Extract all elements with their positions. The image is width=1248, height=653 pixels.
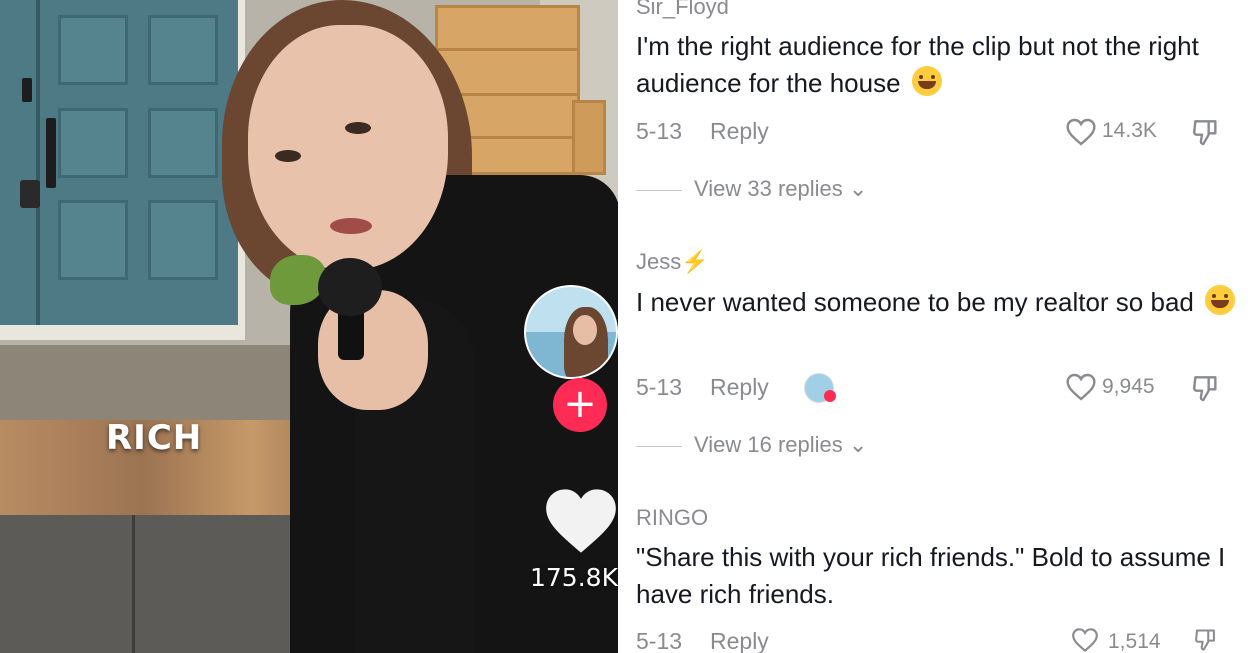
comment-date: 5-13 <box>636 628 683 653</box>
comment-like-heart-icon[interactable] <box>1065 117 1097 147</box>
door-gap <box>36 0 40 325</box>
comment-like-count: 1,514 <box>1108 630 1161 653</box>
reply-button[interactable]: Reply <box>710 118 769 145</box>
comment-username[interactable]: Sir_Floyd <box>636 0 729 20</box>
lockbox <box>20 180 40 208</box>
chevron-down-icon: ⌄ <box>848 432 868 457</box>
comment-username[interactable]: RINGO <box>636 505 708 531</box>
video-player[interactable]: RICH + 175.8K <box>0 0 618 653</box>
creator-avatar[interactable] <box>524 285 618 379</box>
door-panel <box>148 15 218 85</box>
door-panel <box>148 108 218 178</box>
front-door <box>0 0 238 325</box>
comment-text: I'm the right audience for the clip but … <box>636 31 1199 98</box>
comment-like-count: 9,945 <box>1102 375 1155 398</box>
comment-like-heart-icon[interactable] <box>1069 627 1101 653</box>
creator-liked-avatar-icon <box>804 373 836 403</box>
comment-like-count: 14.3K <box>1102 119 1157 142</box>
tears-of-joy-emoji-icon <box>1205 285 1236 315</box>
eye <box>345 122 371 134</box>
wooden-crate-small <box>572 100 606 175</box>
view-replies-link[interactable]: View 16 replies ⌄ <box>636 432 936 462</box>
dislike-icon[interactable] <box>1190 372 1222 404</box>
mouth <box>330 218 372 234</box>
door-panel <box>58 15 128 85</box>
dislike-icon[interactable] <box>1190 626 1222 653</box>
comment-username[interactable]: Jess⚡ <box>636 249 709 275</box>
microphone <box>318 258 382 316</box>
door-panel <box>58 200 128 280</box>
comment-like-heart-icon[interactable] <box>1065 372 1097 402</box>
door-handle <box>22 78 32 102</box>
comments-panel[interactable]: Sir_Floyd I'm the right audience for the… <box>618 0 1248 653</box>
comment-text: "Share this with your rich friends." Bol… <box>636 542 1226 609</box>
door-handle <box>46 118 56 188</box>
view-replies-link[interactable]: View 33 replies ⌄ <box>636 176 936 206</box>
comment-date: 5-13 <box>636 374 683 400</box>
reply-button[interactable]: Reply <box>710 374 769 401</box>
eye <box>275 150 301 162</box>
follow-button[interactable]: + <box>553 378 607 432</box>
video-caption: RICH <box>106 418 203 458</box>
comment-text: I never wanted someone to be my realtor … <box>636 284 1236 321</box>
like-count: 175.8K <box>530 563 618 592</box>
comment-date: 5-13 <box>636 118 683 144</box>
door-panel <box>148 200 218 280</box>
chevron-down-icon: ⌄ <box>848 176 868 201</box>
sweat-smile-emoji-icon <box>911 66 942 96</box>
door-panel <box>58 108 128 178</box>
lightning-bolt-icon: ⚡ <box>681 249 709 274</box>
dislike-icon[interactable] <box>1190 116 1222 148</box>
reply-button[interactable]: Reply <box>710 628 769 653</box>
like-heart-icon[interactable] <box>543 485 618 557</box>
